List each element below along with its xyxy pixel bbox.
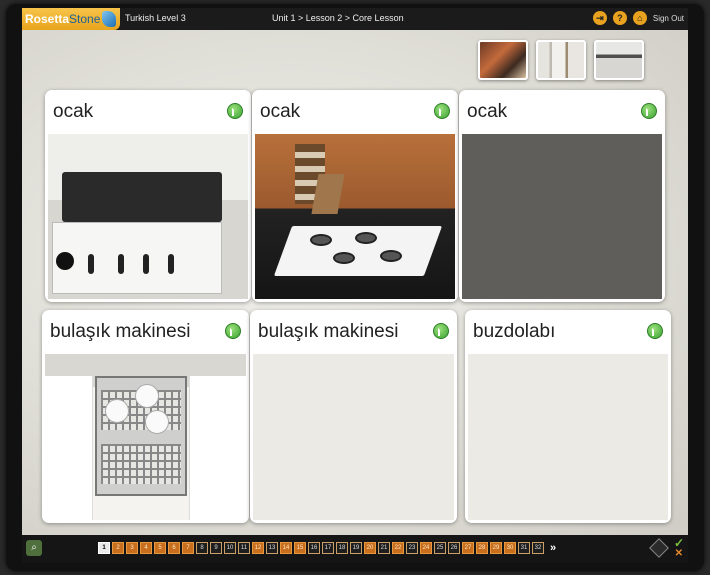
stove-knob [143, 254, 149, 274]
help-icon[interactable]: ? [612, 11, 627, 25]
stove-body [52, 222, 222, 294]
bottom-bar: ⌕ 1 2 3 4 5 6 7 8 9 10 11 12 13 14 15 16 17 18 19 20 21 22 23 2… [22, 535, 688, 563]
gas-hob-picture [255, 134, 455, 299]
stove-knob [168, 254, 174, 274]
answer-card[interactable]: ocak [252, 90, 458, 302]
dish-rack [101, 444, 181, 484]
breadcrumb: Unit 1 > Lesson 2 > Core Lesson [272, 13, 404, 23]
exit-icon[interactable]: ⇥ [592, 11, 607, 25]
card-label: bulaşık makinesi [50, 321, 191, 342]
page-button[interactable]: 1 [98, 542, 110, 554]
rosetta-stone-logo: RosettaStone [22, 8, 120, 30]
card-label: ocak [260, 101, 301, 122]
knife-block [311, 174, 345, 214]
blank-picture [462, 134, 662, 299]
page-button[interactable]: 20 [364, 542, 376, 554]
page-button[interactable]: 4 [140, 542, 152, 554]
logo-mark-icon [102, 11, 116, 27]
speaker-icon[interactable] [225, 323, 241, 339]
speaker-icon[interactable] [433, 323, 449, 339]
brand-main: Rosetta [25, 12, 70, 26]
brand-accent: Stone [69, 12, 101, 26]
dishwasher-picture [45, 354, 246, 520]
next-page-button[interactable]: » [550, 542, 556, 554]
thumbnail-strip [478, 40, 644, 80]
stove-knob [118, 254, 124, 274]
course-level: Turkish Level 3 [125, 13, 186, 23]
page-button[interactable]: 30 [504, 542, 516, 554]
page-button[interactable]: 26 [448, 542, 460, 554]
card-label: ocak [467, 101, 508, 122]
page-button[interactable]: 29 [490, 542, 502, 554]
answer-card[interactable]: ocak [45, 90, 251, 302]
zoom-icon[interactable]: ⌕ [26, 540, 42, 556]
page-button[interactable]: 16 [308, 542, 320, 554]
kitchen-thumbnail-3[interactable] [594, 40, 644, 80]
answer-card[interactable]: buzdolabı [465, 310, 671, 523]
plate [145, 410, 169, 434]
blank-picture [468, 354, 668, 520]
page-button[interactable]: 18 [336, 542, 348, 554]
card-label: ocak [53, 101, 94, 122]
page-button[interactable]: 21 [378, 542, 390, 554]
page-button[interactable]: 14 [280, 542, 292, 554]
page-button[interactable]: 13 [266, 542, 278, 554]
burner [333, 252, 355, 264]
speaker-icon[interactable] [434, 103, 450, 119]
page-button[interactable]: 23 [406, 542, 418, 554]
blank-picture [253, 354, 454, 520]
page-button[interactable]: 5 [154, 542, 166, 554]
speaker-icon[interactable] [227, 103, 243, 119]
page-button[interactable]: 19 [350, 542, 362, 554]
stove-picture [48, 134, 248, 299]
plate [135, 384, 159, 408]
home-icon[interactable]: ⌂ [632, 11, 647, 25]
page-button[interactable]: 22 [392, 542, 404, 554]
page-button[interactable]: 8 [196, 542, 208, 554]
speaker-icon[interactable] [641, 103, 657, 119]
page-button[interactable]: 28 [476, 542, 488, 554]
answer-card[interactable]: bulaşık makinesi [42, 310, 249, 523]
card-label: bulaşık makinesi [258, 321, 399, 342]
page-button[interactable]: 12 [252, 542, 264, 554]
stove-knob [88, 254, 94, 274]
page-button[interactable]: 27 [462, 542, 474, 554]
kitchen-thumbnail-2[interactable] [536, 40, 586, 80]
plate [105, 399, 129, 423]
top-icons: ⇥ ? ⌂ Sign Out [592, 11, 684, 25]
top-bar: RosettaStone Turkish Level 3 Unit 1 > Le… [22, 8, 688, 30]
page-button[interactable]: 11 [238, 542, 250, 554]
burner [355, 232, 377, 244]
answer-card[interactable]: ocak [459, 90, 665, 302]
page-button[interactable]: 31 [518, 542, 530, 554]
hint-diamond-icon[interactable] [649, 538, 669, 558]
cross-icon: ✕ [674, 548, 683, 559]
burner [380, 250, 402, 262]
sign-out-link[interactable]: Sign Out [653, 14, 684, 23]
kitchen-thumbnail-1[interactable] [478, 40, 528, 80]
page-button[interactable]: 32 [532, 542, 544, 554]
page-button[interactable]: 24 [420, 542, 432, 554]
page-button[interactable]: 2 [112, 542, 124, 554]
page-button[interactable]: 25 [434, 542, 446, 554]
page-button[interactable]: 9 [210, 542, 222, 554]
card-label: buzdolabı [473, 321, 556, 342]
page-button[interactable]: 7 [182, 542, 194, 554]
cabinet [45, 376, 93, 520]
screen-pager: 1 2 3 4 5 6 7 8 9 10 11 12 13 14 15 16 17 18 19 20 21 22 23 24 2… [98, 542, 556, 554]
stove-knob [56, 252, 74, 270]
cabinet [189, 376, 246, 520]
page-button[interactable]: 17 [322, 542, 334, 554]
lesson-stage: ocak ocak ocak bulaşık makinesi bulaşık … [22, 30, 688, 535]
answer-card[interactable]: bulaşık makinesi [250, 310, 457, 523]
page-button[interactable]: 3 [126, 542, 138, 554]
burner [310, 234, 332, 246]
page-button[interactable]: 15 [294, 542, 306, 554]
page-button[interactable]: 10 [224, 542, 236, 554]
page-button[interactable]: 6 [168, 542, 180, 554]
speaker-icon[interactable] [647, 323, 663, 339]
stove-top [62, 172, 222, 222]
